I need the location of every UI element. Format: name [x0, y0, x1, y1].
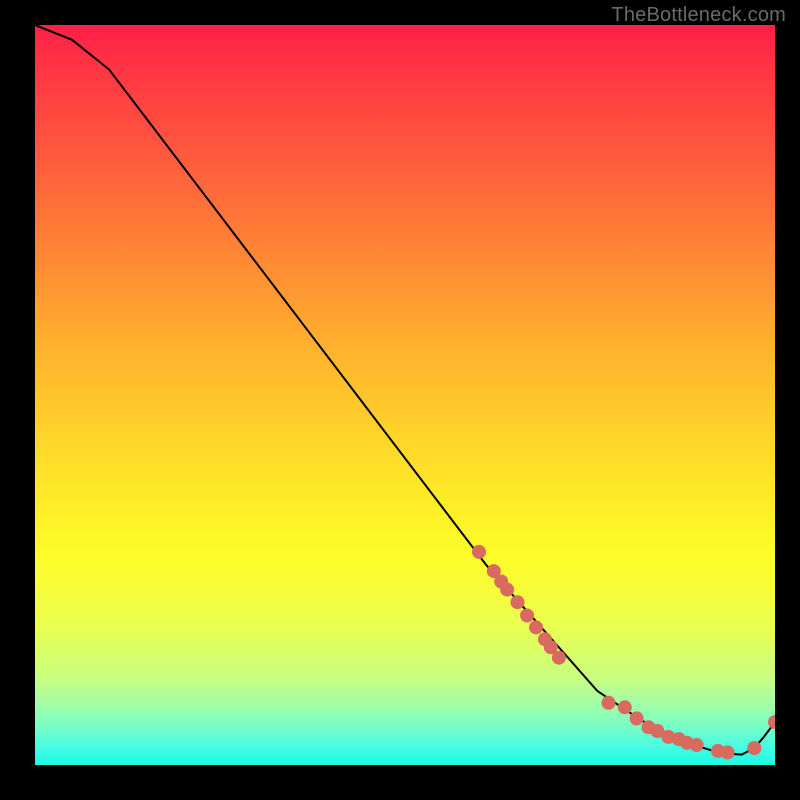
highlight-marker — [721, 745, 735, 759]
highlight-marker — [747, 741, 761, 755]
highlight-marker — [472, 545, 486, 559]
highlight-marker — [552, 651, 566, 665]
bottleneck-curve-path — [35, 25, 775, 755]
highlight-marker — [618, 700, 632, 714]
highlight-marker — [602, 696, 616, 710]
highlight-marker — [511, 595, 525, 609]
marker-group — [472, 545, 775, 760]
highlight-marker — [529, 620, 543, 634]
highlight-marker — [500, 583, 514, 597]
highlight-marker — [520, 609, 534, 623]
watermark-label: TheBottleneck.com — [611, 4, 786, 27]
highlight-marker — [690, 738, 704, 752]
curve-svg — [35, 25, 775, 765]
plot-area — [35, 25, 775, 765]
chart-stage: TheBottleneck.com — [0, 0, 800, 800]
highlight-marker — [630, 711, 644, 725]
highlight-marker — [768, 715, 775, 729]
